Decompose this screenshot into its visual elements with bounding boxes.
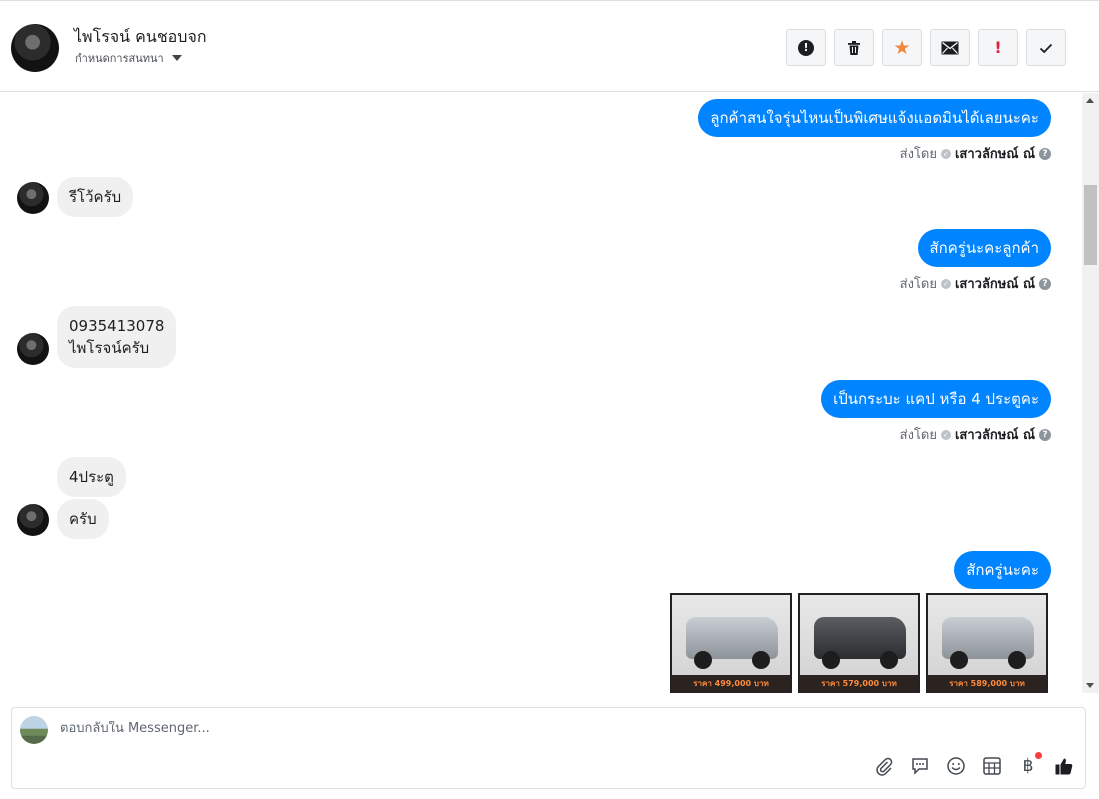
photo-attachments: ราคา 499,000 บาท ราคา 579,000 บาท ราคา 5…	[670, 593, 1048, 693]
mark-spam-button[interactable]: !	[786, 29, 826, 66]
sender-avatar	[17, 182, 49, 214]
incoming-message: 0935413078 ไพโรจน์ครับ	[57, 306, 177, 368]
message-thread: ลูกค้าสนใจรุ่นไหนเป็นพิเศษแจ้งแอดมินได้เ…	[0, 93, 1082, 693]
sent-by-label: ส่งโดย	[899, 428, 937, 443]
photo-price: ราคา 579,000 บาท	[821, 679, 897, 688]
like-button[interactable]	[1052, 754, 1076, 778]
help-icon[interactable]: ?	[1039, 147, 1051, 160]
saved-replies-button[interactable]	[908, 754, 932, 778]
incoming-message: ครับ	[57, 499, 109, 539]
car-photo[interactable]: ราคา 589,000 บาท	[926, 593, 1048, 693]
sent-by-info: ส่งโดย ✓ เสาวลักษณ์ ณ์ ?	[900, 273, 1051, 294]
envelope-icon	[941, 41, 959, 54]
help-icon[interactable]: ?	[1039, 277, 1051, 290]
incoming-message: 4ประตู	[57, 457, 126, 497]
message-line: 0935413078	[69, 317, 165, 335]
scroll-down-arrow-icon[interactable]	[1086, 683, 1094, 688]
exclamation-icon: !	[994, 38, 1002, 57]
payment-button[interactable]: ฿	[1016, 752, 1042, 778]
trash-icon	[848, 40, 860, 55]
saved-reply-icon	[912, 758, 928, 775]
sent-by-info: ส่งโดย ✓ เสาวลักษณ์ ณ์ ?	[900, 424, 1051, 445]
table-icon	[983, 757, 1001, 775]
contact-name[interactable]: ไพโรจน์ คนชอบจก	[74, 25, 207, 50]
page-avatar	[20, 716, 48, 744]
scroll-thumb[interactable]	[1084, 185, 1097, 265]
mark-done-button[interactable]	[1026, 29, 1066, 66]
help-icon[interactable]: ?	[1039, 428, 1051, 441]
composer-tools: ฿	[872, 752, 1076, 778]
incoming-message: รีโว้ครับ	[57, 177, 134, 217]
attach-button[interactable]	[872, 754, 896, 778]
reply-composer: ฿	[11, 707, 1086, 789]
sender-avatar	[17, 504, 49, 536]
agent-name: เสาวลักษณ์ ณ์	[954, 147, 1035, 162]
car-photo[interactable]: ราคา 499,000 บาท	[670, 593, 792, 693]
verified-icon: ✓	[940, 148, 951, 159]
outgoing-message: สักครู่นะคะ	[954, 551, 1051, 589]
photo-price: ราคา 499,000 บาท	[693, 679, 769, 688]
scroll-up-arrow-icon[interactable]	[1086, 98, 1094, 103]
photo-price: ราคา 589,000 บาท	[949, 679, 1025, 688]
sent-by-label: ส่งโดย	[899, 277, 937, 292]
thread-scrollbar[interactable]	[1082, 93, 1099, 693]
outgoing-message: ลูกค้าสนใจรุ่นไหนเป็นพิเศษแจ้งแอดมินได้เ…	[698, 99, 1051, 137]
message-line: ไพโรจน์ครับ	[69, 339, 150, 357]
reply-input[interactable]	[60, 721, 860, 736]
agent-name: เสาวลักษณ์ ณ์	[954, 428, 1035, 443]
delete-button[interactable]	[834, 29, 874, 66]
car-photo[interactable]: ราคา 579,000 บาท	[798, 593, 920, 693]
caret-down-icon	[171, 55, 182, 61]
notification-dot	[1035, 752, 1042, 759]
follow-up-button[interactable]: !	[978, 29, 1018, 66]
baht-icon: ฿	[1022, 756, 1034, 776]
sender-avatar	[17, 333, 49, 365]
form-button[interactable]	[980, 754, 1004, 778]
conversation-header: ไพโรจน์ คนชอบจก กำหนดการสนทนา ! ★ !	[0, 0, 1099, 92]
verified-icon: ✓	[940, 278, 951, 289]
paperclip-icon	[876, 757, 893, 776]
checkmark-icon	[1039, 43, 1053, 53]
header-actions: ! ★ !	[786, 29, 1066, 66]
outgoing-message: เป็นกระบะ แคป หรือ 4 ประตูคะ	[821, 380, 1051, 418]
sent-by-label: ส่งโดย	[899, 147, 937, 162]
star-button[interactable]: ★	[882, 29, 922, 66]
sent-by-info: ส่งโดย ✓ เสาวลักษณ์ ณ์ ?	[900, 143, 1051, 164]
contact-avatar[interactable]	[11, 24, 59, 72]
emoji-button[interactable]	[944, 754, 968, 778]
outgoing-message: สักครู่นะคะลูกค้า	[917, 229, 1051, 267]
verified-icon: ✓	[940, 429, 951, 440]
schedule-conversation-dropdown[interactable]: กำหนดการสนทนา	[75, 49, 182, 67]
schedule-conversation-label: กำหนดการสนทนา	[75, 52, 164, 65]
spam-alert-icon: !	[798, 39, 814, 56]
emoji-icon	[947, 757, 965, 775]
thumbs-up-icon	[1055, 758, 1073, 775]
star-icon: ★	[893, 36, 911, 59]
agent-name: เสาวลักษณ์ ณ์	[954, 277, 1035, 292]
mark-unread-button[interactable]	[930, 29, 970, 66]
